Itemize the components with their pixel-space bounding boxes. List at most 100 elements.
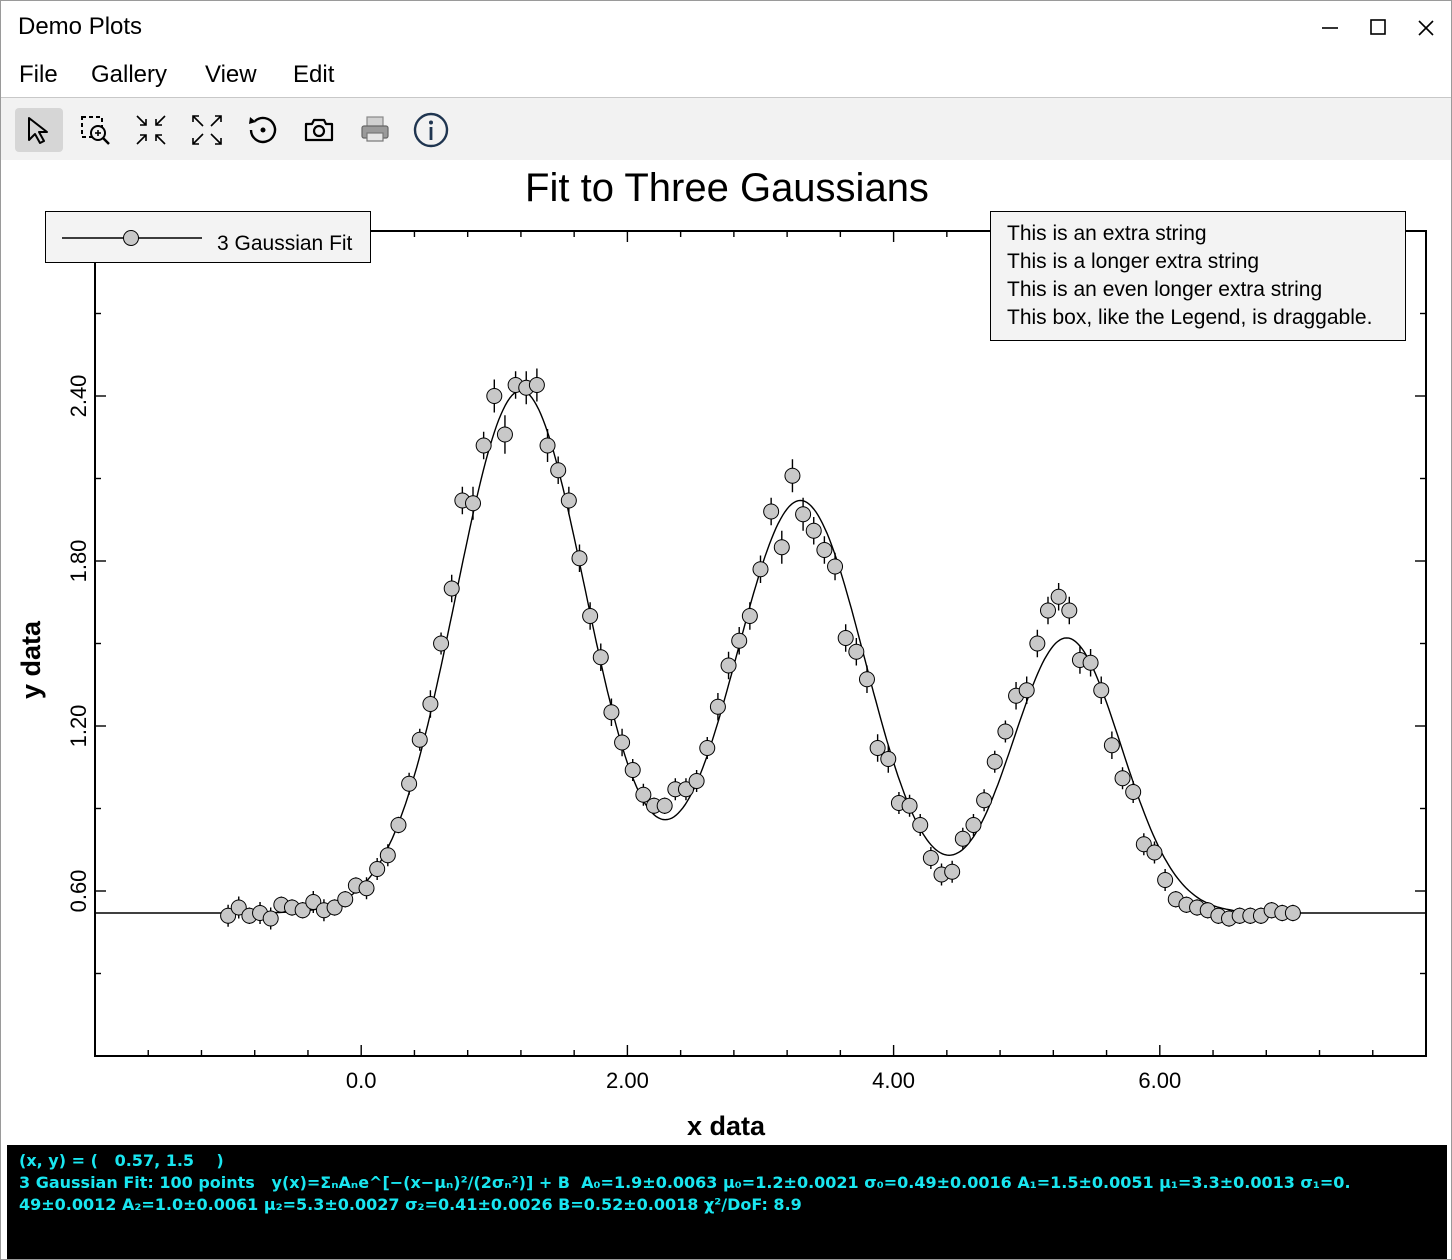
data-point [827,558,844,575]
data-point [433,635,450,652]
camera-icon [304,118,334,142]
printer-icon [361,116,389,142]
select-tool-button[interactable] [15,108,63,152]
axis-ticks [95,230,1426,1056]
data-point [422,696,439,712]
data-point [1050,588,1067,605]
data-point [401,775,418,792]
menu-gallery[interactable]: Gallery [91,61,167,89]
y-tick-label: 2.40 [66,375,91,418]
print-tool-button[interactable] [351,108,399,152]
data-point [1125,784,1142,800]
data-point [560,492,577,509]
data-point [582,608,599,624]
y-tick-label: 1.20 [66,705,91,748]
legend-entry-label: 3 Gaussian Fit [217,232,353,255]
data-point [965,817,982,833]
data-point [656,797,673,814]
close-icon[interactable] [1409,11,1443,45]
data-point [1018,682,1035,699]
data-point [1157,872,1174,888]
arrows-inward-icon [136,115,166,145]
data-point [858,671,875,688]
data-point [1039,602,1056,619]
zoom-in-tool-button[interactable] [127,108,175,152]
data-point [337,891,354,908]
data-point [848,643,865,660]
zoom-out-tool-button[interactable] [183,108,231,152]
plot-area: Fit to Three Gaussians 0.0 2.00 4.00 6.00 0.… [1,160,1451,1145]
data-point [369,861,386,877]
data-point [465,495,482,512]
x-tick-label: 4.00 [872,1068,915,1093]
data-point [699,740,716,756]
data-point [603,704,620,721]
extra-string-3: This is an even longer extra string [1007,278,1323,301]
menu-edit[interactable]: Edit [293,61,334,89]
data-point [922,850,939,866]
extra-text-box[interactable]: This is an extra string This is a longer… [990,211,1406,341]
data-point [550,462,567,479]
data-point [592,649,609,666]
data-point [1103,737,1120,754]
data-point [262,910,279,927]
x-tick-label: 2.00 [606,1068,649,1093]
data-point [688,773,705,789]
legend[interactable]: 3 Gaussian Fit [45,211,371,263]
chart-title: Fit to Three Gaussians [525,166,929,210]
data-point [475,437,492,454]
data-point [571,550,588,567]
data-point [1082,654,1099,671]
data-point [784,467,801,484]
data-point [390,817,407,833]
menu-file[interactable]: File [19,61,58,89]
data-point [411,731,428,748]
info-tool-button[interactable] [407,108,455,152]
reset-tool-button[interactable] [239,108,287,152]
data-point [614,734,631,751]
y-tick-label: 1.80 [66,540,91,583]
extra-string-2: This is a longer extra string [1007,250,1260,273]
info-icon [413,112,449,148]
data-points [220,377,1301,927]
data-point [1093,682,1110,699]
data-point [795,506,812,523]
title-bar: Demo Plots [1,1,1451,53]
maximize-icon[interactable] [1361,11,1395,45]
window-title: Demo Plots [18,13,143,40]
data-point [901,797,918,814]
snapshot-tool-button[interactable] [295,108,343,152]
extra-string-4: This box, like the Legend, is draggable. [1007,306,1373,329]
data-point [997,723,1014,740]
data-point [443,580,460,597]
arrows-outward-icon [192,115,222,145]
x-tick-label: 6.00 [1138,1068,1181,1093]
menu-view[interactable]: View [205,61,257,89]
status-panel: (x, y) = ( 0.57, 1.5 ) 3 Gaussian Fit: 1… [7,1145,1447,1259]
zoom-box-tool-button[interactable] [71,108,119,152]
minimize-icon[interactable] [1313,11,1347,45]
fit-summary-line-2: 49±0.0012 A₂=1.0±0.0061 μ₂=5.3±0.0027 σ₂… [19,1195,802,1214]
data-point [1061,602,1078,619]
data-point [1029,635,1046,652]
extra-string-1: This is an extra string [1007,222,1207,245]
data-point [1284,905,1301,921]
data-point [624,762,641,778]
data-point [816,542,833,558]
tick-labels: 0.0 2.00 4.00 6.00 0.60 1.20 1.80 2.40 [66,375,1181,1093]
cursor-coordinates: (x, y) = ( 0.57, 1.5 ) [19,1151,224,1170]
data-point [752,561,769,578]
legend-symbol [62,230,202,246]
fit-summary-line-1: 3 Gaussian Fit: 100 points y(x)=ΣₙAₙe^[−… [19,1173,1351,1192]
app-window: Demo Plots File Gallery View Edit Fit to… [0,0,1452,1260]
plot-frame [94,230,1427,1057]
cursor-arrow-icon [28,117,48,144]
error-bars [227,368,1294,930]
data-point [1146,844,1163,861]
data-point [912,817,929,833]
data-point [773,539,790,556]
reset-rotate-icon [249,116,277,144]
data-point [539,437,556,454]
zoom-box-icon [81,116,110,145]
data-point [358,880,375,897]
